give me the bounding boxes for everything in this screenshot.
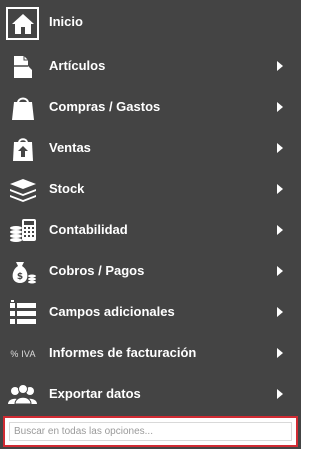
chevron-right-icon — [277, 102, 283, 112]
chevron-right-icon — [277, 61, 283, 71]
boxes-icon — [6, 50, 40, 84]
search-box-highlight — [3, 416, 298, 447]
list-fields-icon — [6, 296, 40, 330]
menu-item-stock[interactable]: Stock — [0, 169, 301, 210]
menu-item-articulos[interactable]: Artículos — [0, 46, 301, 87]
search-input[interactable] — [9, 422, 292, 441]
menu-item-label: Exportar datos — [49, 386, 141, 401]
sale-bag-icon — [6, 132, 40, 166]
menu-item-label: Compras / Gastos — [49, 99, 161, 114]
home-icon — [6, 7, 39, 40]
search-area — [0, 414, 301, 449]
menu-item-label: Contabilidad — [49, 222, 128, 237]
chevron-right-icon — [277, 143, 283, 153]
menu-item-label: Cobros / Pagos — [49, 263, 145, 278]
shopping-bag-icon — [6, 91, 40, 125]
menu-item-ventas[interactable]: Ventas — [0, 128, 301, 169]
menu-item-cobros-pagos[interactable]: $ Cobros / Pagos — [0, 251, 301, 292]
menu-item-label: Campos adicionales — [49, 304, 175, 319]
chevron-right-icon — [277, 348, 283, 358]
chevron-right-icon — [277, 225, 283, 235]
menu-item-compras-gastos[interactable]: Compras / Gastos — [0, 87, 301, 128]
chevron-right-icon — [277, 184, 283, 194]
menu-item-exportar-datos[interactable]: Exportar datos — [0, 374, 301, 415]
chevron-right-icon — [277, 266, 283, 276]
menu-item-informes-facturacion[interactable]: % IVA Informes de facturación — [0, 333, 301, 374]
iva-icon-text: % IVA — [10, 349, 36, 359]
money-bag-icon: $ — [6, 255, 40, 289]
menu-item-label: Stock — [49, 181, 85, 196]
users-icon — [6, 378, 40, 412]
menu-item-label: Inicio — [49, 14, 83, 29]
calculator-icon — [6, 214, 40, 248]
chevron-right-icon — [277, 389, 283, 399]
layers-icon — [6, 173, 40, 207]
menu-item-campos-adicionales[interactable]: Campos adicionales — [0, 292, 301, 333]
menu-item-label: Informes de facturación — [49, 345, 197, 360]
svg-text:$: $ — [17, 272, 23, 282]
menu-item-contabilidad[interactable]: Contabilidad — [0, 210, 301, 251]
menu-item-label: Artículos — [49, 58, 106, 73]
chevron-right-icon — [277, 307, 283, 317]
menu-item-inicio[interactable]: Inicio — [0, 2, 301, 43]
menu-item-label: Ventas — [49, 140, 91, 155]
navigation-menu: Inicio Artículos Compras / Gastos Ventas… — [0, 0, 301, 449]
percent-iva-icon: % IVA — [6, 337, 40, 371]
